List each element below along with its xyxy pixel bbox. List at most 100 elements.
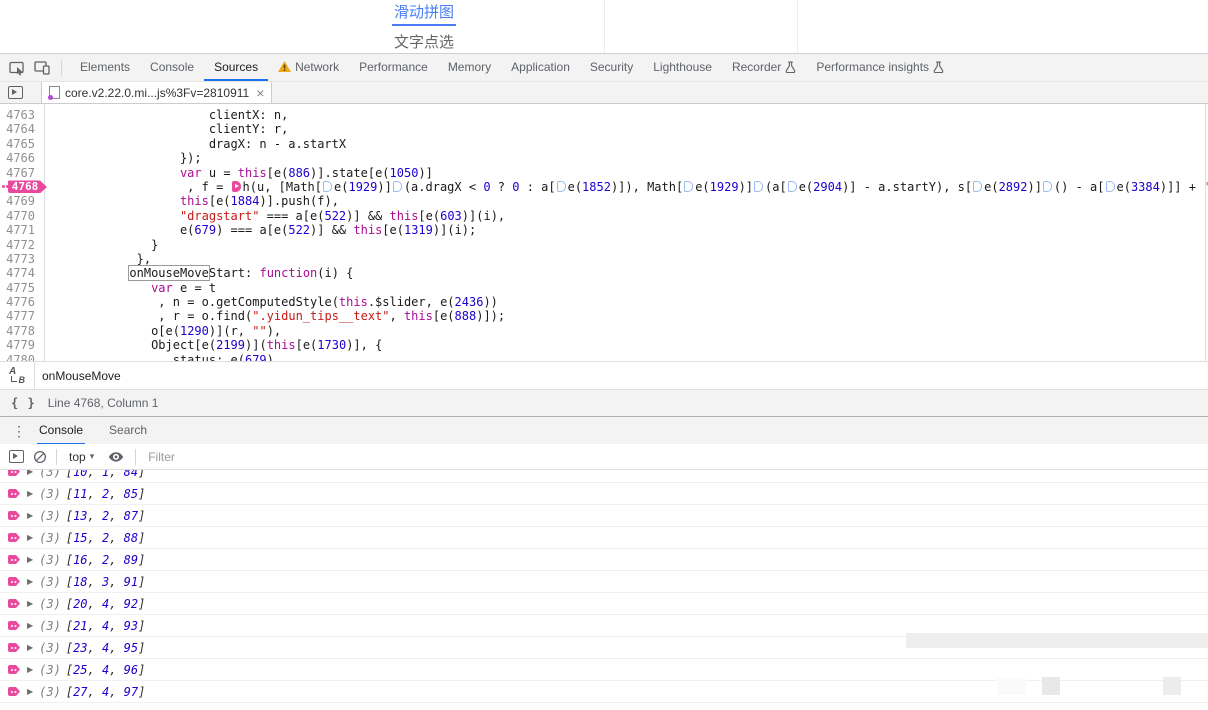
line-number[interactable]: 4771 [0,223,44,237]
kebab-menu-icon[interactable]: ⋮ [0,423,37,440]
expand-arrow-icon[interactable]: ▶ [27,621,33,630]
close-icon[interactable]: × [256,88,264,98]
page-tab-text-click[interactable]: 文字点选 [392,31,456,52]
console-log-text: (3)[16, 2, 89] [39,553,145,567]
expand-arrow-icon[interactable]: ▶ [27,577,33,586]
line-number[interactable]: 4779 [0,338,44,352]
devtools-tab-memory[interactable]: Memory [438,54,501,81]
watermark-block [997,678,1026,695]
code-text: } [44,238,1208,252]
line-number[interactable]: 4777 [0,309,44,323]
clear-console-icon[interactable] [33,450,47,464]
pretty-print-icon[interactable]: { } [11,396,36,410]
inline-breakpoint-icon[interactable] [1106,181,1115,192]
watermark-block [1042,677,1060,695]
tab-label: Performance [359,60,428,74]
inline-breakpoint-icon[interactable] [557,181,566,192]
page-column-divider [604,0,605,53]
line-number[interactable]: 4766 [0,151,44,165]
show-navigator-icon[interactable] [0,82,31,103]
expand-arrow-icon[interactable]: ▶ [27,643,33,652]
code-token: )] [1027,180,1041,194]
line-number[interactable]: 4775 [0,281,44,295]
line-number[interactable]: 4769 [0,194,44,208]
devtools-tab-console[interactable]: Console [140,54,204,81]
search-input[interactable] [40,365,1208,387]
inline-breakpoint-icon[interactable] [684,181,693,192]
device-toolbar-icon[interactable] [34,61,50,75]
expand-arrow-icon[interactable]: ▶ [27,511,33,520]
expand-arrow-icon[interactable]: ▶ [27,470,33,476]
console-filter-input[interactable] [146,449,1198,465]
inspect-element-icon[interactable] [9,60,25,76]
inline-breakpoint-icon[interactable] [323,181,332,192]
expand-arrow-icon[interactable]: ▶ [27,665,33,674]
drawer-tab-search[interactable]: Search [107,417,149,445]
code-text: , n = o.getComputedStyle(this.$slider, e… [44,295,1208,309]
code-token: this [180,194,209,208]
code-text: clientX: n, [44,108,1208,122]
code-token: .$slider, e( [368,295,455,309]
line-number[interactable]: 4763 [0,108,44,122]
context-dropdown[interactable]: top ▾ [69,450,94,464]
inline-breakpoint-icon[interactable] [973,181,982,192]
devtools-tab-network[interactable]: Network [268,54,349,81]
inline-breakpoint-icon[interactable] [754,181,763,192]
expand-arrow-icon[interactable]: ▶ [27,489,33,498]
devtools-tab-application[interactable]: Application [501,54,580,81]
inline-breakpoint-active-icon[interactable] [232,181,241,192]
code-token: [e( [267,166,289,180]
line-number[interactable]: 4767 [0,166,44,180]
line-number[interactable]: 4774 [0,266,44,280]
array-value: 3 [102,575,109,589]
drawer-tab-console[interactable]: Console [37,417,85,445]
page-tab-slide-puzzle[interactable]: 滑动拼图 [392,1,456,26]
code-text: "dragstart" === a[e(522)] && this[e(603)… [44,209,1208,223]
array-value: 95 [124,641,138,655]
code-token: function [259,266,317,280]
array-length-badge: (3) [39,641,61,655]
devtools-tab-elements[interactable]: Elements [70,54,140,81]
line-number[interactable]: 4765 [0,137,44,151]
array-value: 27 [73,685,87,699]
expand-arrow-icon[interactable]: ▶ [27,533,33,542]
line-number[interactable]: 4776 [0,295,44,309]
code-token: )]); [476,309,505,323]
devtools-tab-sources[interactable]: Sources [204,54,268,81]
expand-arrow-icon[interactable]: ▶ [27,555,33,564]
expand-arrow-icon[interactable]: ▶ [27,687,33,696]
editor-scrollbar[interactable] [1205,104,1206,361]
devtools-tab-performance[interactable]: Performance [349,54,438,81]
script-file-icon [49,86,60,99]
breakpoint-flag-icon[interactable]: 4768 [8,180,47,193]
file-tab-core-js[interactable]: core.v2.22.0.mi...js%3Fv=2810911 × [41,82,272,103]
live-expression-eye-icon[interactable] [108,451,124,463]
line-number[interactable]: 4778 [0,324,44,338]
line-number[interactable]: 4772 [0,238,44,252]
console-log-text: (3)[11, 2, 85] [39,487,145,501]
code-token: )]] + [1160,180,1203,194]
line-number[interactable]: 4773 [0,252,44,266]
array-length-badge: (3) [39,685,61,699]
devtools-tab-security[interactable]: Security [580,54,643,81]
code-text: , r = o.find(".yidun_tips__text", this[e… [44,309,1208,323]
code-token: clientY: r, [209,122,288,136]
console-log-row: ▶(3)[15, 2, 88] [0,527,1208,549]
devtools-tab-lighthouse[interactable]: Lighthouse [643,54,722,81]
console-sidebar-icon[interactable] [9,450,24,463]
inline-breakpoint-icon[interactable] [788,181,797,192]
devtools-tab-performance-insights[interactable]: Performance insights [806,54,954,81]
code-token: this [390,209,419,223]
line-number[interactable]: 4770 [0,209,44,223]
code-token: )], { [346,338,382,352]
console-log-text: (3)[13, 2, 87] [39,509,145,523]
line-number[interactable]: 4768 [0,180,44,194]
expand-arrow-icon[interactable]: ▶ [27,599,33,608]
code-text: this[e(1884)].push(f), [44,194,1208,208]
line-number[interactable]: 4780 [0,353,44,362]
inline-breakpoint-icon[interactable] [393,181,402,192]
line-number[interactable]: 4764 [0,122,44,136]
inline-breakpoint-icon[interactable] [1043,181,1052,192]
devtools-tab-recorder[interactable]: Recorder [722,54,806,81]
code-token: ), [267,324,281,338]
